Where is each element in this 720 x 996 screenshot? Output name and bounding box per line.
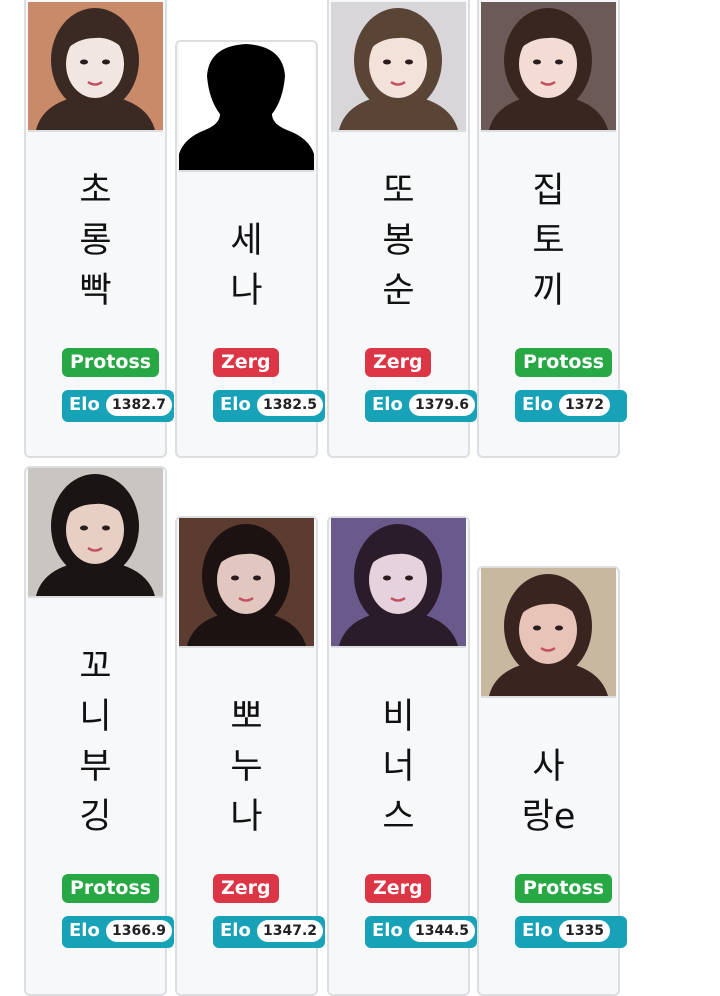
elo-badge: Elo 1366.9 bbox=[62, 916, 174, 948]
elo-badge: Elo 1344.5 bbox=[365, 916, 477, 948]
elo-value: 1366.9 bbox=[106, 920, 173, 942]
player-photo bbox=[481, 568, 616, 698]
race-badge: Zerg bbox=[365, 348, 431, 377]
player-photo bbox=[331, 518, 466, 648]
race-badge: Zerg bbox=[213, 348, 279, 377]
elo-value: 1382.5 bbox=[257, 394, 324, 416]
player-name: 비너스 bbox=[382, 697, 415, 837]
player-name: 사 랑e bbox=[521, 747, 576, 837]
player-card[interactable]: 집토끼 Protoss Elo 1372 bbox=[477, 0, 627, 458]
player-name: 꼬니부깅 bbox=[79, 647, 112, 837]
race-badge: Zerg bbox=[365, 874, 431, 903]
elo-value: 1335 bbox=[559, 920, 610, 942]
elo-badge: Elo 1382.7 bbox=[62, 390, 174, 422]
player-card[interactable]: 세나 Zerg Elo 1382.5 bbox=[175, 40, 325, 458]
elo-badge: Elo 1347.2 bbox=[213, 916, 325, 948]
race-badge: Zerg bbox=[213, 874, 279, 903]
player-card[interactable]: 초롱빡 Protoss Elo 1382.7 bbox=[24, 0, 174, 458]
player-card[interactable]: 꼬니부깅 Protoss Elo 1366.9 bbox=[24, 466, 174, 996]
player-name: 또봉순 bbox=[382, 171, 415, 311]
player-photo bbox=[331, 2, 466, 132]
race-badge: Protoss bbox=[515, 874, 613, 903]
elo-badge: Elo 1372 bbox=[515, 390, 627, 422]
elo-value: 1382.7 bbox=[106, 394, 173, 416]
elo-value: 1379.6 bbox=[409, 394, 476, 416]
player-card[interactable]: 비너스 Zerg Elo 1344.5 bbox=[327, 516, 477, 996]
elo-badge: Elo 1382.5 bbox=[213, 390, 325, 422]
player-name: 집토끼 bbox=[532, 171, 565, 311]
player-card[interactable]: 사 랑e Protoss Elo 1335 bbox=[477, 566, 627, 996]
player-photo bbox=[28, 2, 163, 132]
player-name: 세나 bbox=[230, 221, 263, 311]
player-photo bbox=[179, 42, 314, 172]
player-card[interactable]: 뽀누나 Zerg Elo 1347.2 bbox=[175, 516, 325, 996]
elo-value: 1344.5 bbox=[409, 920, 476, 942]
race-badge: Protoss bbox=[62, 348, 160, 377]
elo-value: 1372 bbox=[559, 394, 610, 416]
player-name: 초롱빡 bbox=[79, 171, 112, 311]
player-name: 뽀누나 bbox=[230, 697, 263, 837]
player-photo bbox=[28, 468, 163, 598]
elo-value: 1347.2 bbox=[257, 920, 324, 942]
race-badge: Protoss bbox=[62, 874, 160, 903]
elo-badge: Elo 1335 bbox=[515, 916, 627, 948]
player-photo bbox=[481, 2, 616, 132]
player-card[interactable]: 또봉순 Zerg Elo 1379.6 bbox=[327, 0, 477, 458]
elo-badge: Elo 1379.6 bbox=[365, 390, 477, 422]
race-badge: Protoss bbox=[515, 348, 613, 377]
player-photo bbox=[179, 518, 314, 648]
